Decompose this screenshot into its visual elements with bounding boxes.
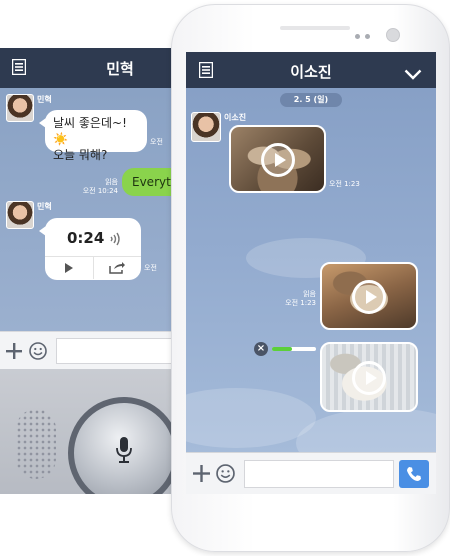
chevron-down-icon[interactable]	[404, 65, 422, 84]
message-input[interactable]	[56, 338, 178, 364]
back-chat-title: 민혁	[106, 60, 134, 78]
background-cloud	[296, 408, 436, 452]
close-icon[interactable]: ×	[254, 342, 268, 356]
earpiece	[280, 26, 350, 30]
chat-title: 이소진	[290, 63, 332, 81]
menu-icon[interactable]	[11, 58, 27, 79]
sender-name: 이소진	[224, 113, 247, 122]
play-icon[interactable]	[261, 143, 295, 177]
sender-name: 민혁	[37, 202, 52, 211]
message-bubble[interactable]: 날씨 좋은데~! ☀️ 오늘 뭐해?	[39, 110, 147, 162]
chat-screen: 이소진 2. 5 (일) 이소진 오전 1:23 읽음 오전 1:23 ×	[186, 52, 436, 494]
chat-header: 이소진	[186, 52, 436, 88]
voice-message-bubble[interactable]: 0:24	[39, 218, 141, 280]
voice-duration: 0:24	[67, 229, 105, 247]
share-icon[interactable]	[109, 261, 125, 278]
message-time: 오전 1:23	[329, 180, 360, 188]
back-phone-screen: 민혁 민혁 날씨 좋은데~! ☀️ 오늘 뭐해? 오전 읽음 오전 10:24 …	[0, 48, 178, 494]
front-camera	[386, 28, 400, 42]
back-input-bar	[0, 331, 178, 369]
message-text-line2: 오늘 뭐해?	[53, 148, 108, 162]
play-icon[interactable]	[352, 280, 386, 314]
sender-name: 민혁	[37, 95, 52, 104]
menu-icon[interactable]	[198, 61, 214, 82]
sensor-dot	[355, 34, 360, 39]
avatar[interactable]	[191, 112, 221, 142]
message-input[interactable]	[244, 460, 394, 488]
video-message-uploading[interactable]	[320, 342, 418, 412]
date-divider: 2. 5 (일)	[280, 93, 342, 107]
my-message-bubble[interactable]: Everyth	[122, 168, 178, 196]
divider	[93, 257, 94, 279]
back-chat-area: 민혁 날씨 좋은데~! ☀️ 오늘 뭐해? 오전 읽음 오전 10:24 Eve…	[0, 88, 178, 331]
record-button[interactable]	[68, 397, 178, 494]
play-icon[interactable]	[64, 262, 74, 278]
avatar[interactable]	[6, 201, 34, 229]
back-chat-header: 민혁	[0, 48, 178, 88]
message-time: 오전 1:23	[285, 299, 316, 307]
message-text: 날씨 좋은데~! ☀️	[53, 116, 127, 146]
video-message[interactable]	[229, 125, 326, 193]
sound-wave-icon	[109, 232, 121, 250]
sensor-dot	[365, 34, 370, 39]
upload-progress-fill	[272, 347, 292, 351]
play-icon[interactable]	[352, 361, 386, 395]
mic-icon	[116, 437, 132, 467]
call-button[interactable]	[399, 460, 429, 488]
plus-icon[interactable]	[193, 465, 210, 486]
chat-area: 2. 5 (일) 이소진 오전 1:23 읽음 오전 1:23 ×	[186, 88, 436, 452]
phone-icon	[406, 466, 422, 486]
speaker-grille	[16, 409, 56, 479]
voice-record-panel	[0, 369, 178, 494]
smiley-icon[interactable]	[216, 464, 235, 487]
read-status: 읽음	[105, 178, 118, 186]
avatar[interactable]	[6, 94, 34, 122]
message-time: 오전	[144, 264, 157, 272]
smiley-icon[interactable]	[29, 342, 47, 364]
message-time: 오전 10:24	[82, 187, 118, 195]
input-bar	[186, 452, 436, 494]
upload-progress-bar	[272, 347, 316, 351]
plus-icon[interactable]	[6, 343, 22, 363]
video-message[interactable]	[320, 262, 418, 330]
read-status: 읽음	[303, 290, 316, 298]
